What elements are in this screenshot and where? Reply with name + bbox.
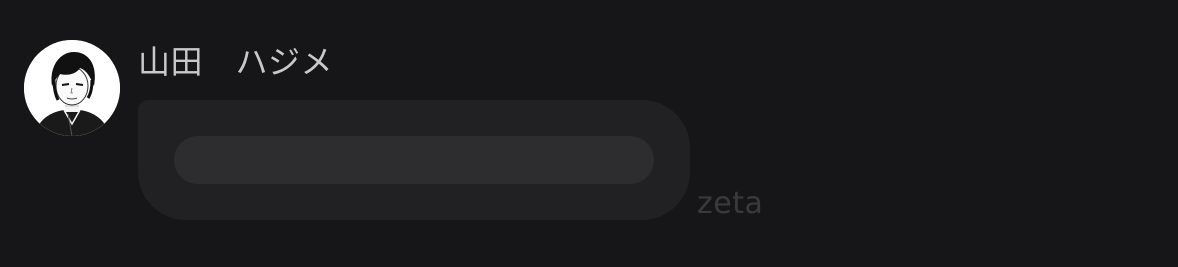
message-bubble: [138, 100, 690, 220]
avatar[interactable]: [24, 40, 120, 136]
character-portrait-icon: [24, 40, 120, 136]
chat-message-row: 山田 ハジメ zeta: [0, 0, 1178, 267]
brand-watermark: zeta: [697, 186, 764, 221]
sender-name: 山田 ハジメ: [138, 43, 334, 81]
loading-skeleton-line: [174, 136, 654, 184]
